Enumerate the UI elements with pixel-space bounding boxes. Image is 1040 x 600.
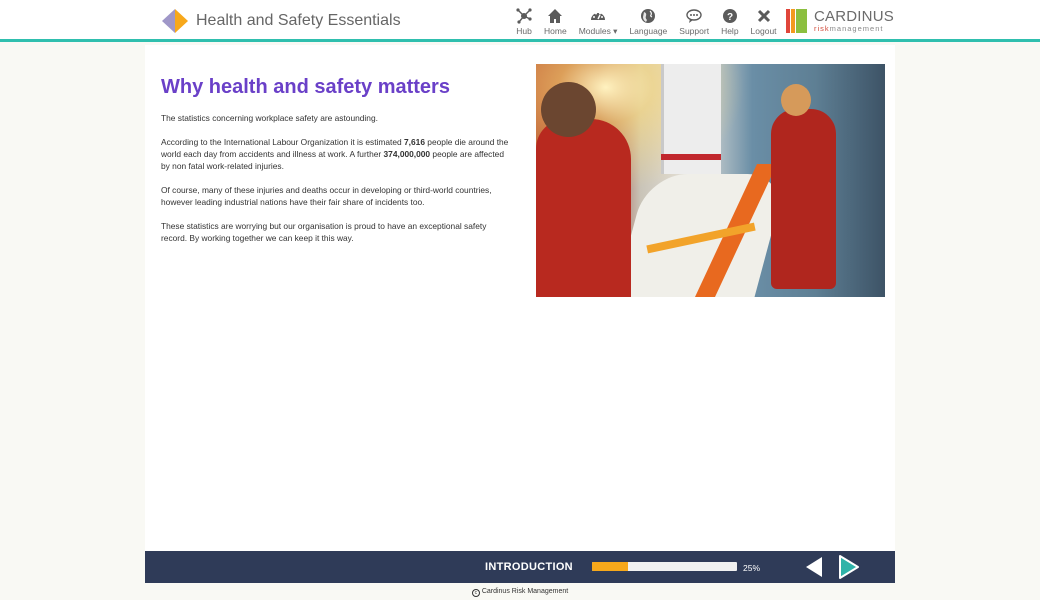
nav-support-label: Support xyxy=(679,26,710,36)
dashboard-icon xyxy=(591,12,606,20)
nav-hub-label: Hub xyxy=(516,26,532,36)
nav-help-label: Help xyxy=(721,26,739,36)
home-icon xyxy=(548,9,563,23)
paragraph-statistics: According to the International Labour Or… xyxy=(161,137,509,171)
question-circle-icon: ? xyxy=(722,9,737,23)
nav-language[interactable]: Language xyxy=(623,8,673,37)
progress-bar xyxy=(592,562,737,571)
top-nav: Hub Home Modules ▾ Language Support ? He… xyxy=(508,8,783,37)
nav-language-label: Language xyxy=(629,26,668,36)
progress-footer: INTRODUCTION 25% xyxy=(145,551,895,583)
nav-home-label: Home xyxy=(544,26,567,36)
nav-modules-label: Modules ▾ xyxy=(578,26,618,36)
copyright: c Cardinus Risk Management xyxy=(0,588,1040,597)
nav-logout-label: Logout xyxy=(750,26,777,36)
cardinus-tagline: riskmanagement xyxy=(814,24,884,33)
cardinus-name: CARDINUS xyxy=(814,8,894,25)
deaths-stat: 7,616 xyxy=(404,137,425,147)
speech-bubble-icon xyxy=(686,9,702,23)
nav-logout[interactable]: Logout xyxy=(745,8,783,37)
course-logo-icon xyxy=(162,9,188,33)
next-button[interactable] xyxy=(837,554,861,580)
svg-text:?: ? xyxy=(727,12,733,23)
hub-icon xyxy=(516,8,532,24)
cardinus-bars-icon xyxy=(786,9,808,33)
page-title: Why health and safety matters xyxy=(161,76,450,98)
copyright-icon: c xyxy=(471,589,480,597)
copyright-text: Cardinus Risk Management xyxy=(481,588,569,595)
nav-hub[interactable]: Hub xyxy=(508,8,538,37)
arrow-left-icon xyxy=(806,557,822,577)
content-panel: Why health and safety matters The statis… xyxy=(145,45,895,551)
nav-support[interactable]: Support xyxy=(673,8,715,37)
previous-button[interactable] xyxy=(804,556,824,578)
section-title: INTRODUCTION xyxy=(485,561,573,573)
nav-help[interactable]: ? Help xyxy=(715,8,744,37)
globe-icon xyxy=(641,9,656,23)
course-title: Health and Safety Essentials xyxy=(196,12,401,29)
paragraph-countries: Of course, many of these injuries and de… xyxy=(161,185,492,207)
cardinus-logo: CARDINUS riskmanagement xyxy=(786,9,894,34)
arrow-right-icon xyxy=(839,555,859,579)
hero-image xyxy=(536,64,885,297)
paragraph-record: These statistics are worrying but our or… xyxy=(161,221,487,243)
injuries-stat: 374,000,000 xyxy=(383,149,431,159)
progress-percent: 25% xyxy=(743,563,761,573)
course-brand: Health and Safety Essentials xyxy=(162,9,401,33)
paragraph-intro: The statistics concerning workplace safe… xyxy=(161,113,378,123)
body-text: The statistics concerning workplace safe… xyxy=(161,112,511,256)
nav-home[interactable]: Home xyxy=(538,8,573,37)
top-header: Health and Safety Essentials Hub Home Mo… xyxy=(0,0,1040,42)
progress-bar-fill xyxy=(592,562,629,571)
close-x-icon xyxy=(757,9,770,23)
nav-modules[interactable]: Modules ▾ xyxy=(573,8,624,37)
